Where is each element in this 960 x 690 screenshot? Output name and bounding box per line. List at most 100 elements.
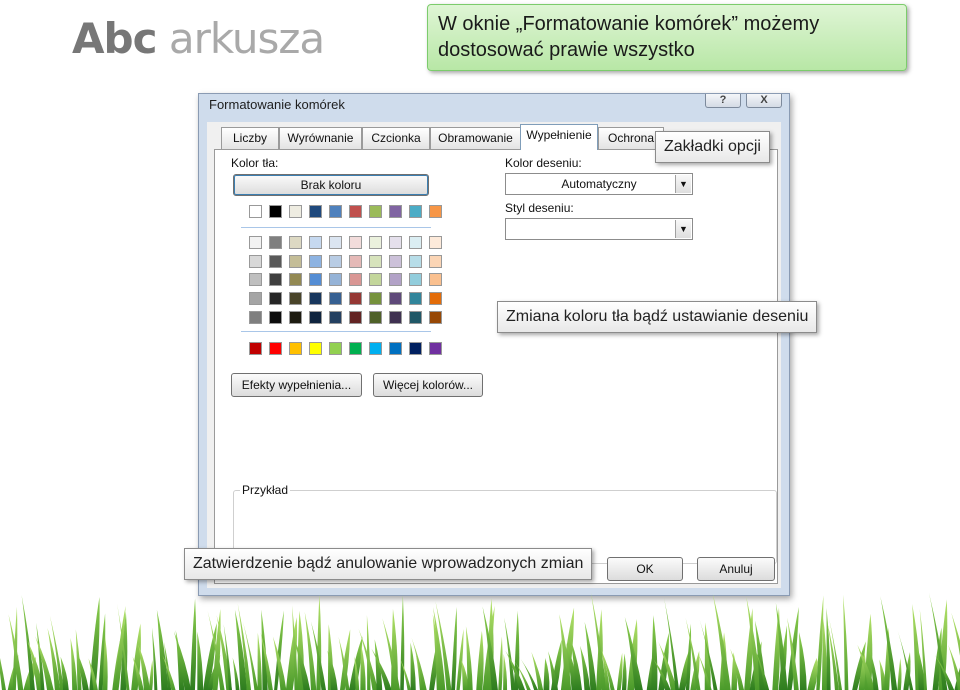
- color-swatch[interactable]: [329, 273, 342, 286]
- color-swatch[interactable]: [409, 255, 422, 268]
- color-swatch[interactable]: [429, 292, 442, 305]
- color-swatch[interactable]: [429, 205, 442, 218]
- color-swatch[interactable]: [269, 236, 282, 249]
- color-swatch[interactable]: [369, 292, 382, 305]
- slide-title: Abc arkusza: [72, 14, 325, 63]
- theme-shades-row-2: [249, 255, 442, 268]
- color-swatch[interactable]: [369, 255, 382, 268]
- color-swatch[interactable]: [249, 205, 262, 218]
- color-swatch[interactable]: [249, 273, 262, 286]
- color-swatch[interactable]: [269, 311, 282, 324]
- color-swatch[interactable]: [289, 205, 302, 218]
- tab-liczby[interactable]: Liczby: [221, 127, 279, 149]
- color-callout: Zmiana koloru tła bądź ustawianie deseni…: [497, 301, 818, 333]
- color-swatch[interactable]: [389, 342, 402, 355]
- ok-button[interactable]: OK: [607, 557, 683, 581]
- color-swatch[interactable]: [409, 292, 422, 305]
- help-button[interactable]: ?: [705, 94, 741, 108]
- color-swatch[interactable]: [309, 292, 322, 305]
- color-swatch[interactable]: [309, 236, 322, 249]
- color-swatch[interactable]: [329, 236, 342, 249]
- color-swatch[interactable]: [389, 292, 402, 305]
- theme-shades-row-1: [249, 236, 442, 249]
- tab-wyrownanie[interactable]: Wyrównanie: [279, 127, 362, 149]
- color-swatch[interactable]: [249, 255, 262, 268]
- slide-title-bold: Abc: [72, 14, 157, 63]
- pattern-style-select[interactable]: ▼: [505, 218, 693, 240]
- color-swatch[interactable]: [409, 205, 422, 218]
- color-swatch[interactable]: [429, 273, 442, 286]
- color-swatch[interactable]: [349, 311, 362, 324]
- theme-shades-row-5: [249, 311, 442, 324]
- color-swatch[interactable]: [429, 342, 442, 355]
- fill-effects-button[interactable]: Efekty wypełnienia...: [231, 373, 362, 397]
- color-swatch[interactable]: [249, 342, 262, 355]
- color-swatch[interactable]: [249, 311, 262, 324]
- color-swatch[interactable]: [309, 311, 322, 324]
- chevron-down-icon[interactable]: ▼: [675, 220, 691, 238]
- color-swatch[interactable]: [369, 273, 382, 286]
- color-swatch[interactable]: [429, 236, 442, 249]
- color-swatch[interactable]: [269, 342, 282, 355]
- theme-colors-row: [249, 205, 442, 218]
- color-swatch[interactable]: [389, 205, 402, 218]
- color-swatch[interactable]: [289, 273, 302, 286]
- sample-label: Przykład: [240, 483, 291, 497]
- color-swatch[interactable]: [329, 205, 342, 218]
- color-swatch[interactable]: [249, 236, 262, 249]
- slide-title-light: arkusza: [168, 14, 325, 63]
- more-colors-button[interactable]: Więcej kolorów...: [373, 373, 483, 397]
- color-swatch[interactable]: [389, 255, 402, 268]
- color-swatch[interactable]: [269, 205, 282, 218]
- color-swatch[interactable]: [389, 236, 402, 249]
- color-swatch[interactable]: [269, 292, 282, 305]
- color-swatch[interactable]: [369, 342, 382, 355]
- color-swatch[interactable]: [289, 255, 302, 268]
- color-swatch[interactable]: [329, 311, 342, 324]
- tab-obramowanie[interactable]: Obramowanie: [430, 127, 521, 149]
- color-swatch[interactable]: [309, 255, 322, 268]
- color-swatch[interactable]: [309, 205, 322, 218]
- color-swatch[interactable]: [409, 236, 422, 249]
- color-swatch[interactable]: [329, 255, 342, 268]
- color-swatch[interactable]: [289, 342, 302, 355]
- color-swatch[interactable]: [389, 273, 402, 286]
- color-swatch[interactable]: [349, 255, 362, 268]
- dialog-title: Formatowanie komórek: [209, 97, 345, 112]
- color-swatch[interactable]: [249, 292, 262, 305]
- color-swatch[interactable]: [289, 311, 302, 324]
- color-swatch[interactable]: [409, 342, 422, 355]
- color-swatch[interactable]: [309, 273, 322, 286]
- color-swatch[interactable]: [349, 205, 362, 218]
- pattern-color-select[interactable]: Automatyczny ▼: [505, 173, 693, 195]
- color-swatch[interactable]: [429, 255, 442, 268]
- color-swatch[interactable]: [429, 311, 442, 324]
- color-swatch[interactable]: [409, 311, 422, 324]
- color-swatch[interactable]: [269, 273, 282, 286]
- color-swatch[interactable]: [369, 236, 382, 249]
- color-swatch[interactable]: [369, 311, 382, 324]
- tabs-callout: Zakładki opcji: [655, 131, 770, 163]
- no-color-button[interactable]: Brak koloru: [233, 174, 429, 196]
- color-swatch[interactable]: [309, 342, 322, 355]
- color-swatch[interactable]: [349, 236, 362, 249]
- color-swatch[interactable]: [389, 311, 402, 324]
- color-swatch[interactable]: [329, 342, 342, 355]
- grass-image: [0, 592, 960, 690]
- cancel-button[interactable]: Anuluj: [697, 557, 775, 581]
- dialog-client-area: Liczby Wyrównanie Czcionka Obramowanie W…: [207, 122, 781, 588]
- color-swatch[interactable]: [349, 292, 362, 305]
- color-swatch[interactable]: [349, 342, 362, 355]
- color-swatch[interactable]: [349, 273, 362, 286]
- tab-czcionka[interactable]: Czcionka: [362, 127, 430, 149]
- chevron-down-icon[interactable]: ▼: [675, 175, 691, 193]
- tab-wypelnienie[interactable]: Wypełnienie: [520, 124, 598, 150]
- color-swatch[interactable]: [409, 273, 422, 286]
- color-swatch[interactable]: [329, 292, 342, 305]
- close-button[interactable]: X: [746, 94, 782, 108]
- color-swatch[interactable]: [289, 292, 302, 305]
- color-swatch[interactable]: [369, 205, 382, 218]
- color-swatch[interactable]: [289, 236, 302, 249]
- green-callout: W oknie „Formatowanie komórek” możemy do…: [427, 4, 907, 71]
- color-swatch[interactable]: [269, 255, 282, 268]
